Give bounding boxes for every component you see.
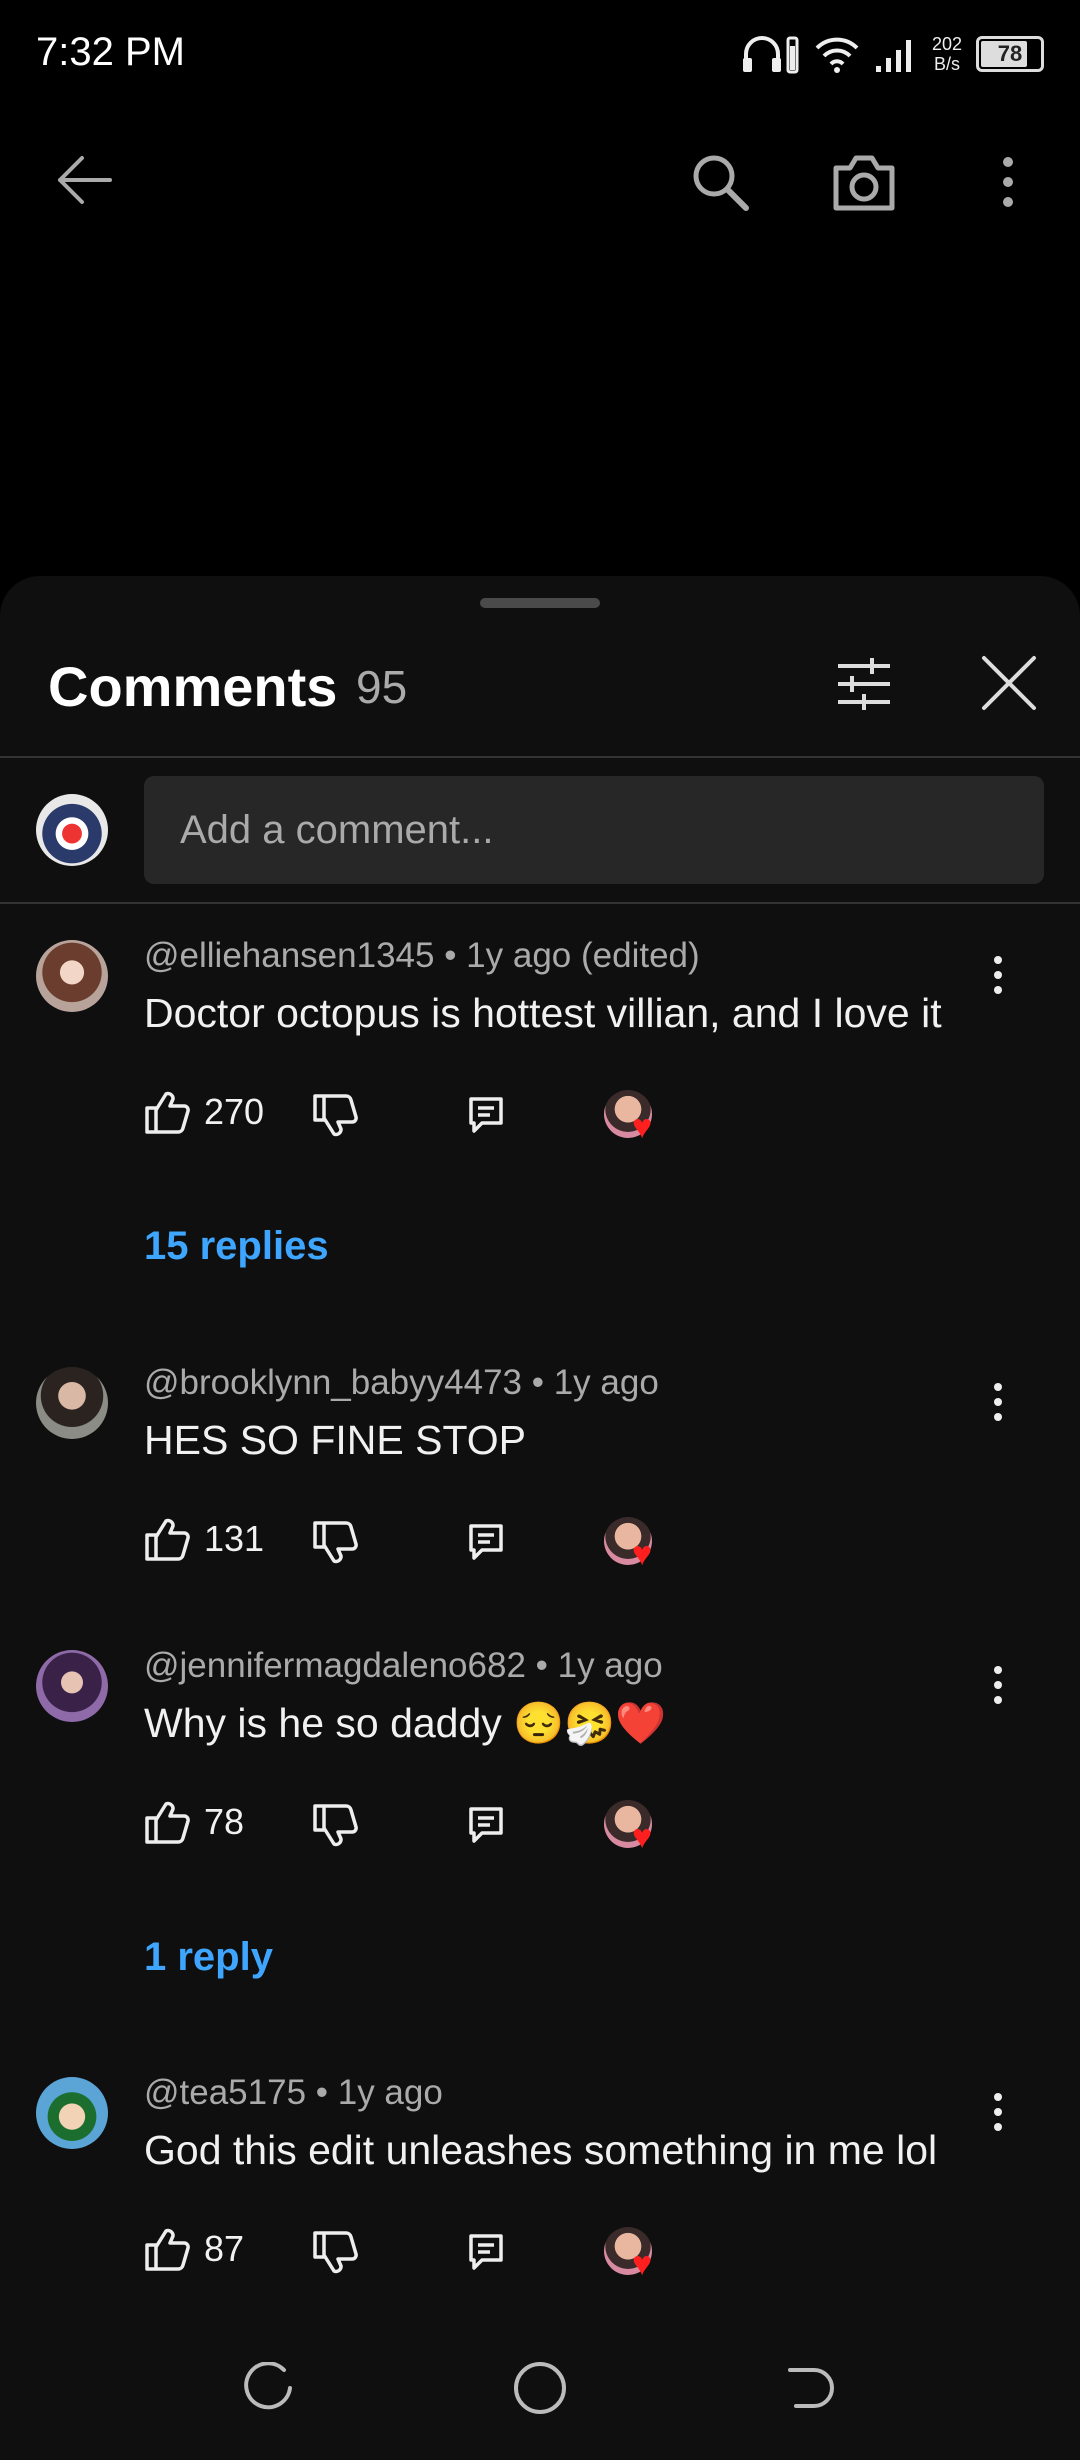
comment-actions: 78 ♥ [144, 1800, 744, 1860]
like-button[interactable]: 131 [144, 1517, 264, 1561]
thumbs-up-icon [145, 1801, 190, 1844]
comment-author-time[interactable]: @jennifermagdaleno682 • 1y ago [144, 1646, 663, 1686]
heart-icon: ♥ [632, 1108, 653, 1146]
thumbs-down-icon[interactable] [312, 2231, 358, 2275]
like-button[interactable]: 87 [144, 2227, 244, 2271]
input-divider [0, 902, 1080, 904]
status-time: 7:32 PM [36, 30, 185, 74]
sort-filter-icon[interactable] [834, 656, 894, 712]
comment-author-time[interactable]: @tea5175 • 1y ago [144, 2073, 443, 2113]
thumbs-down-icon[interactable] [312, 1094, 358, 1138]
home-icon[interactable] [512, 2360, 568, 2416]
back-icon[interactable] [784, 2362, 836, 2414]
reply-icon[interactable] [468, 1806, 504, 1844]
comment-actions: 131 ♥ [144, 1517, 744, 1577]
reply-icon[interactable] [468, 2233, 504, 2271]
thumbs-up-icon [145, 1091, 190, 1134]
status-bar: 7:32 PM 202 B/s 78 [0, 0, 1080, 110]
avatar[interactable] [36, 1367, 108, 1439]
comments-sheet: Comments 95 @elliehansen1345 • 1y ago (e… [0, 576, 1080, 2460]
like-count: 87 [204, 2228, 245, 2269]
heart-icon: ♥ [632, 2245, 653, 2283]
comments-header: Comments 95 [0, 626, 1080, 736]
more-vert-icon[interactable] [990, 1381, 1006, 1423]
comment-actions: 87 ♥ [144, 2227, 744, 2287]
heart-icon: ♥ [632, 1535, 653, 1573]
status-icons: 202 B/s 78 [740, 28, 1044, 80]
avatar[interactable] [36, 940, 108, 1012]
headphones-battery-icon [742, 36, 799, 74]
my-avatar [36, 794, 108, 866]
reply-icon[interactable] [468, 1523, 504, 1561]
more-vert-icon[interactable] [990, 954, 1006, 996]
drag-handle[interactable] [480, 598, 600, 608]
comment-text: God this edit unleashes something in me … [144, 2127, 938, 2173]
back-arrow-icon[interactable] [52, 150, 116, 210]
avatar[interactable] [36, 2077, 108, 2149]
comment-actions: 270 ♥ [144, 1090, 744, 1150]
more-vert-icon[interactable] [996, 152, 1020, 212]
comment-text: Doctor octopus is hottest villian, and I… [144, 990, 942, 1036]
thumbs-up-icon [145, 1518, 190, 1561]
battery-level: 78 [997, 41, 1023, 66]
creator-heart-badge: ♥ [604, 1517, 670, 1577]
like-count: 270 [204, 1091, 265, 1132]
creator-heart-badge: ♥ [604, 2227, 670, 2287]
more-vert-icon[interactable] [990, 2091, 1006, 2133]
signal-icon [875, 40, 911, 72]
add-comment-input[interactable] [144, 776, 1044, 884]
more-vert-icon[interactable] [990, 1664, 1006, 1706]
thumbs-up-icon [145, 2228, 190, 2271]
avatar[interactable] [36, 1650, 108, 1722]
like-count: 131 [204, 1518, 265, 1559]
header-divider [0, 756, 1080, 758]
recents-icon[interactable] [244, 2362, 296, 2414]
like-button[interactable]: 78 [144, 1800, 244, 1844]
comments-count: 95 [356, 661, 408, 713]
network-speed: 202 B/s [931, 34, 962, 74]
like-button[interactable]: 270 [144, 1090, 264, 1134]
add-comment-box[interactable] [144, 776, 1044, 884]
video-top-bar [0, 130, 1080, 230]
search-icon[interactable] [688, 150, 752, 214]
close-icon[interactable] [980, 654, 1038, 712]
wifi-icon [815, 37, 859, 73]
heart-icon: ♥ [632, 1818, 653, 1856]
thumbs-down-icon[interactable] [312, 1521, 358, 1565]
comment-author-time[interactable]: @elliehansen1345 • 1y ago (edited) [144, 936, 700, 976]
thumbs-down-icon[interactable] [312, 1804, 358, 1848]
comment-author-time[interactable]: @brooklynn_babyy4473 • 1y ago [144, 1363, 659, 1403]
camera-icon[interactable] [828, 150, 900, 214]
comments-title: Comments [48, 655, 338, 718]
creator-heart-badge: ♥ [604, 1090, 670, 1150]
reply-icon[interactable] [468, 1096, 504, 1134]
replies-link[interactable]: 1 reply [144, 1935, 273, 1980]
comment-text: HES SO FINE STOP [144, 1417, 526, 1463]
system-nav-bar [0, 2330, 1080, 2460]
creator-heart-badge: ♥ [604, 1800, 670, 1860]
battery-icon: 78 [976, 36, 1044, 72]
comment-text: Why is he so daddy 😔🤧❤️ [144, 1700, 667, 1746]
replies-link[interactable]: 15 replies [144, 1224, 329, 1269]
like-count: 78 [204, 1801, 245, 1842]
